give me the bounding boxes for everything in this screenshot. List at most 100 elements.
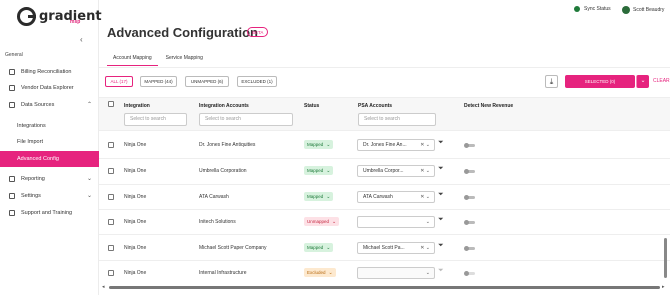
row-divider [99,158,670,159]
app-root: gradient msp ‹ General Billing Reconcili… [0,0,670,295]
filter-excluded[interactable]: EXCLUDED (1) [237,76,277,87]
revenue-toggle[interactable] [464,195,475,200]
vertical-scrollbar[interactable] [664,238,667,278]
sidebar-item-label: Support and Training [21,209,73,216]
sidebar-item-advanced-config[interactable]: Advanced Config [0,151,99,167]
integration-cell: Ninja One [124,194,147,200]
sidebar-item-vendor-data-explorer[interactable]: Vendor Data Explorer [0,80,99,95]
revenue-toggle[interactable] [464,169,475,174]
row-checkbox[interactable] [108,245,114,251]
row-checkbox[interactable] [108,168,114,174]
download-icon[interactable]: ⤓ [545,75,558,88]
user-menu[interactable]: Scott Beaudry [622,6,664,14]
explorer-icon [9,84,15,91]
sidebar-item-reporting[interactable]: Reporting ⌄ [0,171,99,186]
column-header-status[interactable]: Status [304,103,319,109]
filter-unmapped[interactable]: UNMAPPED (6) [185,76,229,87]
accounts-search-input[interactable]: Select to search [199,113,293,126]
account-cell: Initech Solutions [199,219,236,225]
select-all-checkbox[interactable] [108,101,114,107]
psa-account-select[interactable]: Michael Scott Pa... ✕ ⌄ [357,242,435,254]
sidebar-item-file-import[interactable]: File Import [0,134,99,149]
chevron-down-icon: ⌄ [332,219,337,225]
sidebar-item-data-sources[interactable]: Data Sources ⌃ [0,97,99,112]
psa-account-value: Umbrella Corpor... [363,168,404,174]
status-badge[interactable]: Unmapped ⌄ [304,217,340,226]
revenue-toggle[interactable] [464,220,475,225]
chevron-down-icon: ⌄ [86,193,92,199]
scroll-left-icon[interactable]: ◂ [102,284,105,290]
row-checkbox[interactable] [108,142,114,148]
column-header-psa[interactable]: PSA Accounts [358,103,392,109]
psa-account-value: Dr. Jones Fine An... [363,142,407,148]
chevron-down-icon: ⌄ [328,270,333,276]
brand-sub: msp [70,19,81,25]
column-header-accounts[interactable]: Integration Accounts [199,103,249,109]
chevron-down-icon: ⌄ [326,245,331,251]
sidebar-item-billing-reconciliation[interactable]: Billing Reconciliation [0,64,99,79]
psa-account-select[interactable]: ⌄ [357,216,435,228]
horizontal-scrollbar[interactable] [109,286,660,289]
status-label: Excluded [307,270,326,275]
revenue-toggle[interactable] [464,143,475,148]
tab-account-mapping[interactable]: Account Mapping [107,55,158,66]
status-label: Mapped [307,245,324,250]
revenue-toggle[interactable] [464,246,475,251]
integration-search-input[interactable]: Select to search [124,113,187,126]
psa-account-value: Michael Scott Pa... [363,245,405,251]
page-title: Advanced Configuration [107,25,258,40]
row-checkbox[interactable] [108,194,114,200]
row-checkbox[interactable] [108,219,114,225]
psa-account-select[interactable]: ATA Carwash ✕ ⌄ [357,191,435,203]
filter-icon[interactable]: ⏷ [438,165,444,173]
sidebar-item-support-training[interactable]: Support and Training [0,205,99,220]
sidebar-item-label: Vendor Data Explorer [21,84,74,91]
clear-chevron-icon: ✕ ⌄ [420,194,430,200]
selected-button[interactable]: SELECTED (0) [565,75,635,88]
filter-icon[interactable]: ⏷ [438,139,444,147]
status-badge[interactable]: Mapped ⌄ [304,140,334,149]
logo[interactable]: gradient [17,7,102,26]
tab-bar: Account Mapping Service Mapping [107,55,211,66]
tab-service-mapping[interactable]: Service Mapping [160,55,209,66]
clear-button[interactable]: CLEAR [653,78,670,84]
row-divider [99,184,670,185]
status-label: Mapped [307,168,324,173]
status-badge[interactable]: Mapped ⌄ [304,192,334,201]
status-badge[interactable]: Mapped ⌄ [304,243,334,252]
sync-status[interactable]: Sync Status [574,6,611,12]
filter-icon[interactable]: ⏷ [438,191,444,199]
status-badge[interactable]: Mapped ⌄ [304,166,334,175]
filter-icon[interactable]: ⏷ [438,216,444,224]
status-label: Unmapped [307,219,330,224]
collapse-sidebar-icon[interactable]: ‹ [80,35,83,44]
revenue-toggle[interactable] [464,271,475,276]
scroll-right-icon[interactable]: ▸ [662,284,665,290]
sidebar-item-settings[interactable]: Settings ⌄ [0,188,99,203]
row-divider [99,209,670,210]
sidebar-item-label: Reporting [21,175,45,182]
status-badge[interactable]: Excluded ⌄ [304,268,336,277]
column-header-revenue[interactable]: Detect New Revenue [464,103,513,109]
chevron-up-icon: ⌃ [86,102,92,108]
row-checkbox[interactable] [108,270,114,276]
column-header-integration[interactable]: Integration [124,103,150,109]
psa-account-select[interactable]: ⌄ [357,267,435,279]
user-name: Scott Beaudry [633,7,665,13]
psa-account-value: ATA Carwash [363,194,393,200]
row-divider [99,260,670,261]
integration-cell: Ninja One [124,245,147,251]
sidebar-item-label: Settings [21,192,41,199]
integration-cell: Ninja One [124,219,147,225]
chevron-down-icon: ⌄ [425,270,430,276]
sidebar-item-integrations[interactable]: Integrations [0,118,99,133]
psa-search-input[interactable]: Select to search [358,113,436,126]
filter-mapped[interactable]: MAPPED (44) [140,76,177,87]
filter-all[interactable]: ALL (17) [105,76,133,87]
psa-account-select[interactable]: Dr. Jones Fine An... ✕ ⌄ [357,139,435,151]
filter-icon[interactable]: ⏷ [438,267,444,275]
integration-cell: Ninja One [124,142,147,148]
psa-account-select[interactable]: Umbrella Corpor... ✕ ⌄ [357,165,435,177]
filter-icon[interactable]: ⏷ [438,242,444,250]
chevron-down-icon[interactable]: ⌄ [636,75,649,88]
